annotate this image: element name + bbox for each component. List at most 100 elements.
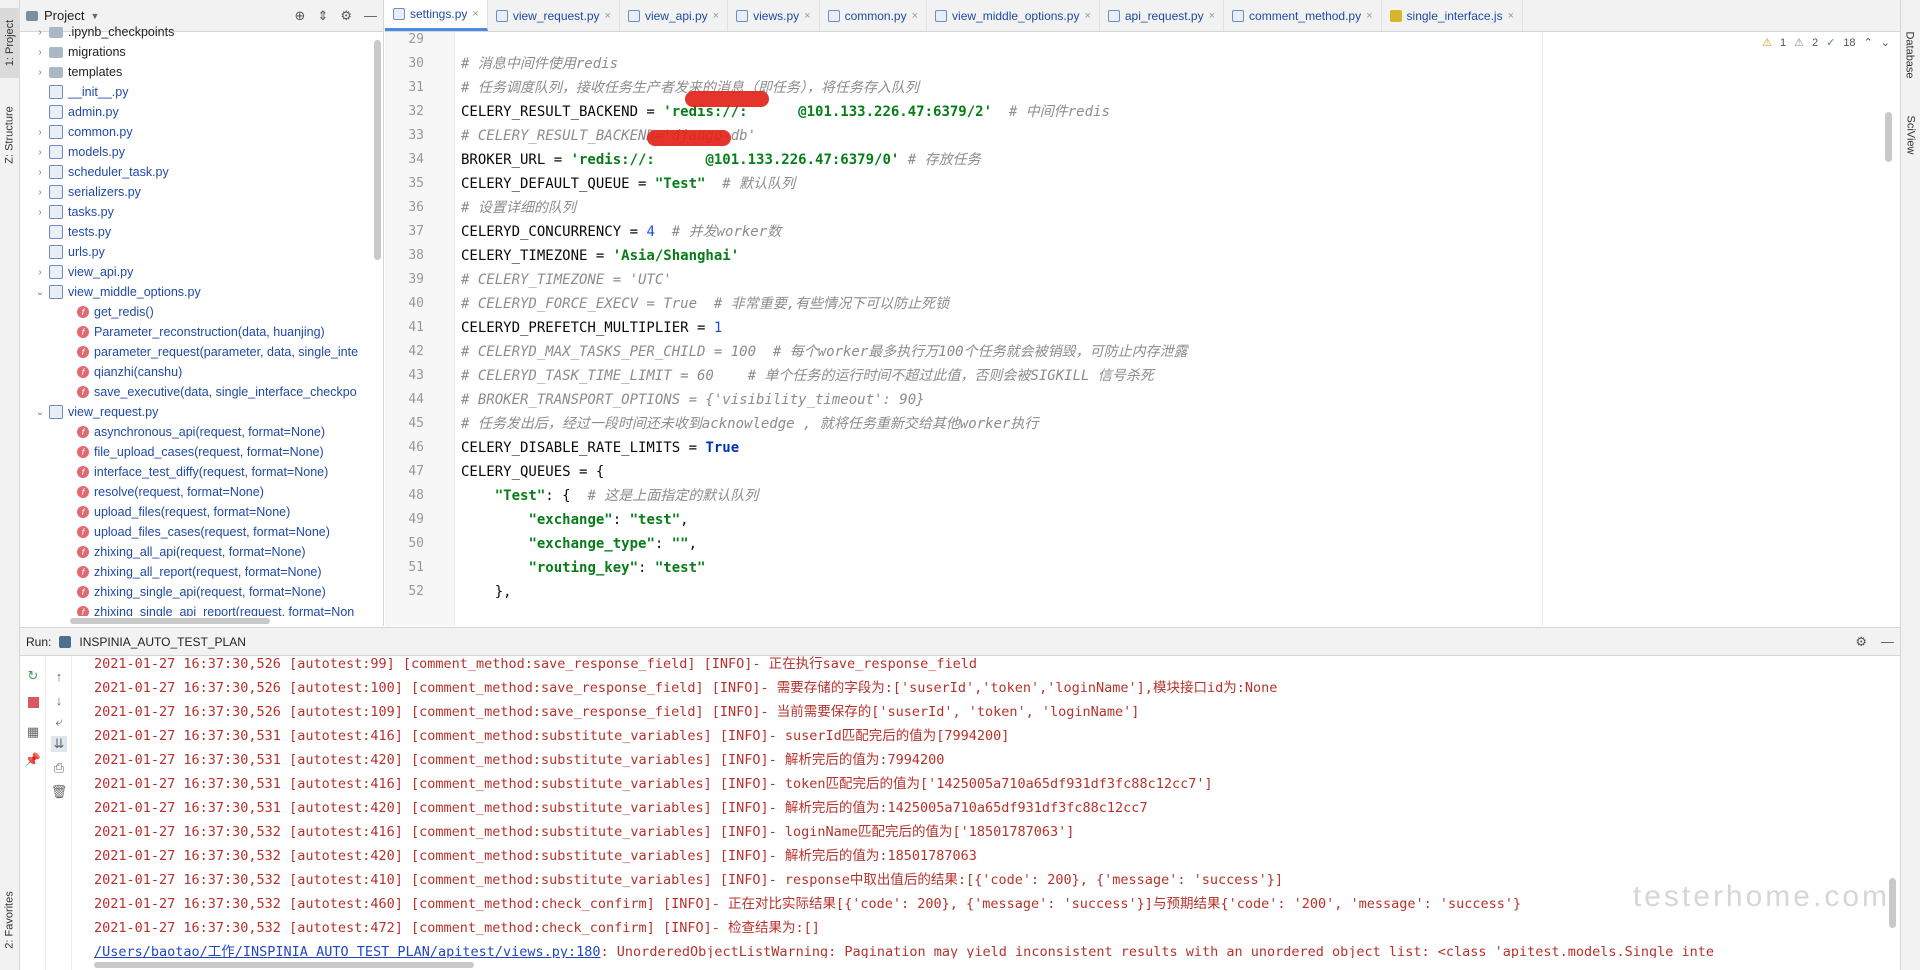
editor-tab[interactable]: views.py × (728, 0, 820, 31)
close-icon[interactable]: × (912, 10, 918, 22)
gear-icon[interactable]: ⚙ (1855, 634, 1867, 650)
tree-folder-item[interactable]: › .ipynb_checkpoints (20, 22, 383, 42)
tree-function-item[interactable]: f upload_files(request, format=None) (20, 502, 383, 522)
project-panel-title[interactable]: Project (44, 8, 84, 23)
tree-function-item[interactable]: f file_upload_cases(request, format=None) (20, 442, 383, 462)
database-tool-tab[interactable]: Database (1900, 20, 1920, 90)
tree-item-label: Parameter_reconstruction(data, huanjing) (94, 325, 325, 339)
tree-file-item[interactable]: __init__.py (20, 82, 383, 102)
tree-file-item[interactable]: admin.py (20, 102, 383, 122)
code-line: # CELERY_TIMEZONE = 'UTC' (461, 268, 672, 292)
structure-tool-tab-label: Z: Structure (4, 106, 16, 164)
chevron-right-icon[interactable]: › (34, 27, 46, 38)
close-icon[interactable]: × (605, 10, 611, 22)
tree-function-item[interactable]: f interface_test_diffy(request, format=No… (20, 462, 383, 482)
chevron-right-icon[interactable]: › (34, 47, 46, 58)
chevron-up-icon[interactable]: ⌃ (1864, 36, 1873, 49)
console-output[interactable]: 2021-01-27 16:37:30,526 [autotest:99] [c… (80, 656, 1882, 958)
close-icon[interactable]: × (713, 10, 719, 22)
scroll-to-end-icon[interactable]: ⇊ (51, 736, 67, 752)
print-icon[interactable]: ⎙ (51, 760, 67, 776)
tree-function-item[interactable]: f resolve(request, format=None) (20, 482, 383, 502)
tree-folder-item[interactable]: › templates (20, 62, 383, 82)
tree-file-item[interactable]: › view_api.py (20, 262, 383, 282)
tree-file-item[interactable]: ⌄ view_middle_options.py (20, 282, 383, 302)
run-config-tab[interactable]: INSPINIA_AUTO_TEST_PLAN (79, 635, 246, 649)
tree-file-item[interactable]: › common.py (20, 122, 383, 142)
favorites-tool-tab[interactable]: 2: Favorites (0, 880, 20, 960)
tree-function-item[interactable]: f zhixing_all_report(request, format=None… (20, 562, 383, 582)
editor-tab[interactable]: single_interface.js × (1382, 0, 1524, 31)
code-line: }, (461, 580, 512, 604)
console-horizontal-scrollbar[interactable] (94, 962, 474, 968)
project-tree-vertical-scrollbar[interactable] (374, 40, 381, 260)
tree-function-item[interactable]: f parameter_request(parameter, data, sing… (20, 342, 383, 362)
tree-file-item[interactable]: › models.py (20, 142, 383, 162)
pin-icon[interactable]: 📌 (25, 752, 41, 768)
chevron-down-icon[interactable]: ▼ (90, 11, 99, 21)
trash-icon[interactable]: 🗑 (51, 784, 68, 800)
chevron-right-icon[interactable]: › (34, 167, 46, 178)
editor-tab[interactable]: view_middle_options.py × (927, 0, 1100, 31)
tree-file-item[interactable]: › tasks.py (20, 202, 383, 222)
tree-file-item[interactable]: ⌄ view_request.py (20, 402, 383, 422)
close-icon[interactable]: × (472, 8, 478, 20)
editor-tab[interactable]: common.py × (820, 0, 928, 31)
project-tree-horizontal-scrollbar[interactable] (70, 618, 270, 624)
tree-file-item[interactable]: › serializers.py (20, 182, 383, 202)
chevron-right-icon[interactable]: › (34, 127, 46, 138)
chevron-right-icon[interactable]: › (34, 67, 46, 78)
structure-tool-tab[interactable]: Z: Structure (0, 95, 20, 175)
editor-tab[interactable]: comment_method.py × (1224, 0, 1382, 31)
code-line: "Test": { # 这是上面指定的默认队列 (461, 484, 759, 508)
tree-function-item[interactable]: f asynchronous_api(request, format=None) (20, 422, 383, 442)
tree-function-item[interactable]: f qianzhi(canshu) (20, 362, 383, 382)
layout-icon[interactable]: ▦ (25, 724, 41, 740)
tree-function-item[interactable]: f zhixing_single_api(request, format=None… (20, 582, 383, 602)
project-tool-tab[interactable]: 1: Project (0, 8, 20, 78)
tree-file-item[interactable]: tests.py (20, 222, 383, 242)
chevron-right-icon[interactable]: › (34, 207, 46, 218)
line-number: 50 (408, 536, 424, 551)
tree-function-item[interactable]: f zhixing_all_api(request, format=None) (20, 542, 383, 562)
rerun-icon[interactable]: ↻ (25, 668, 41, 684)
chevron-right-icon[interactable]: › (34, 267, 46, 278)
close-icon[interactable]: × (1508, 10, 1514, 22)
arrow-up-icon[interactable]: ↑ (51, 668, 67, 684)
arrow-down-icon[interactable]: ↓ (51, 692, 67, 708)
tree-function-item[interactable]: f get_redis() (20, 302, 383, 322)
soft-wrap-icon[interactable]: ⤶ (51, 714, 67, 730)
source-file-link[interactable]: /Users/baotao/工作/INSPINIA_AUTO_TEST_PLAN… (94, 944, 601, 958)
close-icon[interactable]: × (1209, 10, 1215, 22)
close-icon[interactable]: × (1366, 10, 1372, 22)
tree-file-item[interactable]: urls.py (20, 242, 383, 262)
chevron-right-icon[interactable]: › (34, 147, 46, 158)
chevron-right-icon[interactable]: › (34, 187, 46, 198)
minimize-icon[interactable]: — (1881, 634, 1894, 650)
tree-file-item[interactable]: › scheduler_task.py (20, 162, 383, 182)
stop-icon[interactable] (25, 694, 41, 710)
editor-tab[interactable]: view_request.py × (488, 0, 620, 31)
chevron-down-icon[interactable]: ⌄ (34, 407, 46, 418)
editor-tab[interactable]: view_api.py × (620, 0, 729, 31)
chevron-down-icon[interactable]: ⌄ (34, 287, 46, 298)
editor-tab[interactable]: api_request.py × (1100, 0, 1225, 31)
tree-function-item[interactable]: f upload_files_cases(request, format=None… (20, 522, 383, 542)
tree-function-item[interactable]: f zhixing_single_api_report(request, form… (20, 602, 383, 616)
code-line: "exchange_type": "", (461, 532, 697, 556)
python-file-icon (495, 9, 508, 22)
code-area[interactable]: # 消息中间件使用redis # 任务调度队列，接收任务生产者发来的消息（即任务）… (461, 32, 1900, 626)
close-icon[interactable]: × (804, 10, 810, 22)
inspection-widget[interactable]: ⚠ 1 ⚠ 2 ✓ 18 ⌃ ⌄ (1762, 36, 1890, 50)
console-vertical-scrollbar[interactable] (1889, 878, 1896, 928)
tree-function-item[interactable]: f save_executive(data, single_interface_c… (20, 382, 383, 402)
typo-icon: ✓ (1826, 37, 1836, 49)
editor-tab[interactable]: settings.py × (385, 0, 488, 31)
tree-function-item[interactable]: f Parameter_reconstruction(data, huanjing… (20, 322, 383, 342)
sciview-tool-tab[interactable]: SciView (1900, 105, 1920, 165)
chevron-down-icon[interactable]: ⌄ (1881, 36, 1890, 49)
editor-vertical-scrollbar[interactable] (1885, 112, 1892, 162)
code-editor[interactable]: 29 30 31 32 33 34 35 36 37 38 39 40 41 42 43 44 45 46 47 48… (385, 32, 1900, 626)
tree-folder-item[interactable]: › migrations (20, 42, 383, 62)
close-icon[interactable]: × (1084, 10, 1090, 22)
